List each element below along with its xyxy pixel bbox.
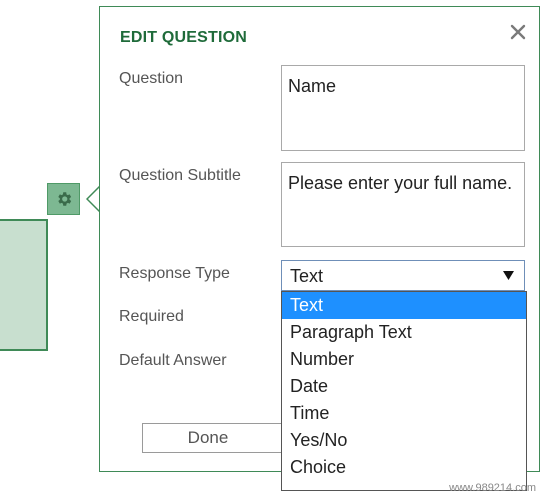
dropdown-option-date[interactable]: Date (282, 373, 526, 400)
close-icon (510, 24, 526, 40)
response-type-value: Text (290, 266, 324, 286)
triangle-down-icon (503, 271, 514, 280)
question-input[interactable]: Name (281, 65, 525, 151)
gear-icon (57, 192, 71, 206)
dropdown-option-time[interactable]: Time (282, 400, 526, 427)
response-type-select[interactable]: Text (281, 260, 525, 291)
question-card[interactable] (0, 219, 48, 351)
edit-question-dialog: EDIT QUESTION Question Name Question Sub… (99, 6, 540, 491)
question-subtitle-input[interactable]: Please enter your full name. (281, 162, 525, 247)
screen: EDIT QUESTION Question Name Question Sub… (0, 0, 548, 498)
dropdown-option-yes-no[interactable]: Yes/No (282, 427, 526, 454)
response-type-label: Response Type (119, 265, 230, 282)
response-type-dropdown: Text Paragraph Text Number Date Time Yes… (281, 291, 527, 491)
question-label: Question (119, 70, 184, 87)
dropdown-option-paragraph-text[interactable]: Paragraph Text (282, 319, 526, 346)
done-button[interactable]: Done (142, 423, 294, 453)
dropdown-option-text[interactable]: Text (282, 292, 526, 319)
dropdown-option-choice[interactable]: Choice (282, 454, 526, 481)
close-button[interactable] (509, 23, 527, 41)
gear-button[interactable] (47, 183, 80, 215)
dialog-title: EDIT QUESTION (120, 29, 248, 46)
watermark: www.989214.com (449, 482, 536, 494)
required-label: Required (119, 308, 184, 325)
question-subtitle-label: Question Subtitle (119, 167, 241, 184)
default-answer-label: Default Answer (119, 352, 227, 369)
dropdown-option-number[interactable]: Number (282, 346, 526, 373)
